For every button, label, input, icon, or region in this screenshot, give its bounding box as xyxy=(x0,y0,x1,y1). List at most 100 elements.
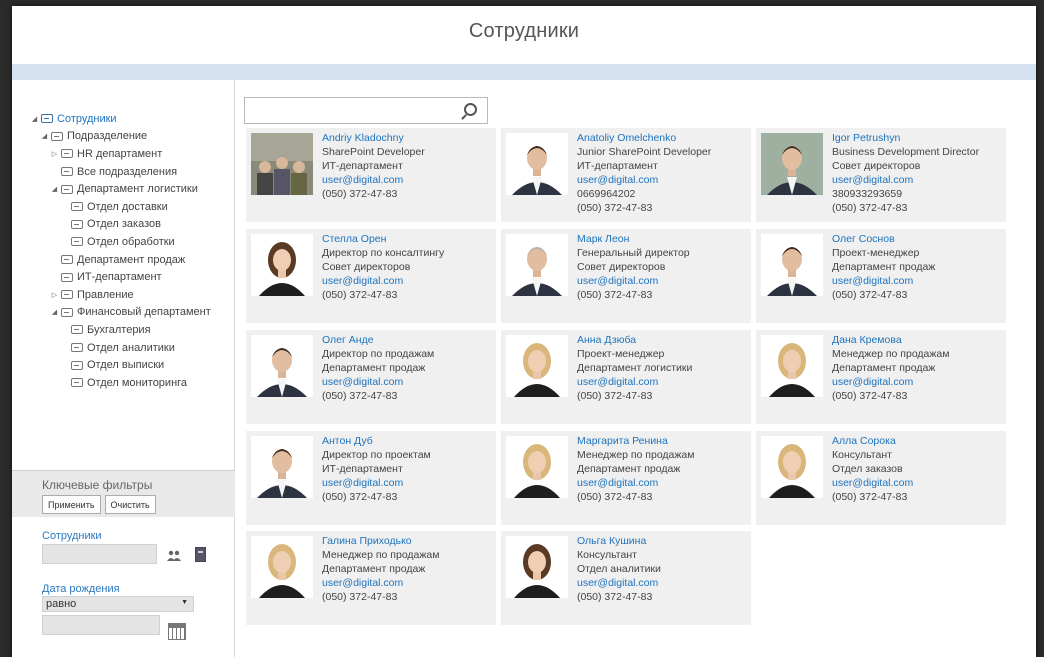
search-input[interactable] xyxy=(244,97,488,124)
employee-name[interactable]: Алла Сорока xyxy=(832,434,913,448)
employee-name[interactable]: Andriy Kladochny xyxy=(322,131,425,145)
employee-email[interactable]: user@digital.com xyxy=(322,173,425,187)
tree-node-label[interactable]: Отдел обработки xyxy=(87,236,175,248)
employee-email[interactable]: user@digital.com xyxy=(577,274,690,288)
employee-phone: (050) 372-47-83 xyxy=(577,591,653,603)
employee-name[interactable]: Anatoliy Omelchenko xyxy=(577,131,711,145)
tree-node[interactable]: ◢ Департамент логистики xyxy=(30,180,234,198)
tree-node[interactable]: Департамент продаж xyxy=(30,251,234,269)
employee-name[interactable]: Марк Леон xyxy=(577,232,690,246)
employee-name[interactable]: Олег Соснов xyxy=(832,232,935,246)
expand-toggle-icon[interactable]: ◢ xyxy=(50,308,59,316)
employee-card[interactable]: Олег Анде Директор по продажам Департамент… xyxy=(246,330,496,424)
tree-node-label[interactable]: Бухгалтерия xyxy=(87,324,151,336)
tree-node[interactable]: Все подразделения xyxy=(30,163,234,181)
employee-card[interactable]: Антон Дуб Директор по проектам ИТ-департам… xyxy=(246,431,496,525)
people-picker-icon[interactable] xyxy=(167,550,181,562)
employee-email[interactable]: user@digital.com xyxy=(322,476,431,490)
employee-email[interactable]: user@digital.com xyxy=(577,576,661,590)
tree-node-label[interactable]: Правление xyxy=(77,289,134,301)
expand-toggle-icon[interactable]: ▷ xyxy=(50,291,59,299)
tree-node-label[interactable]: Сотрудники xyxy=(57,113,117,125)
employee-card[interactable]: Анна Дзюба Проект-менеджер Департамент лог… xyxy=(501,330,751,424)
expand-toggle-icon[interactable]: ◢ xyxy=(40,132,49,140)
employee-name[interactable]: Анна Дзюба xyxy=(577,333,692,347)
employee-card[interactable]: Марк Леон Генеральный директор Совет дирек… xyxy=(501,229,751,323)
employee-phone: (050) 372-47-83 xyxy=(577,289,653,301)
employee-email[interactable]: user@digital.com xyxy=(832,274,935,288)
employee-name[interactable]: Олег Анде xyxy=(322,333,434,347)
employee-name[interactable]: Дана Кремова xyxy=(832,333,949,347)
employee-email[interactable]: user@digital.com xyxy=(322,274,444,288)
tree-node[interactable]: Отдел доставки xyxy=(30,198,234,216)
tree-node[interactable]: Отдел выписки xyxy=(30,356,234,374)
calendar-icon[interactable] xyxy=(168,623,186,640)
tree-node-label[interactable]: HR департамент xyxy=(77,148,162,160)
birthdate-operator-select[interactable]: равно ▼ xyxy=(42,596,194,612)
employee-card[interactable]: Алла Сорока Консультант Отдел заказов user@… xyxy=(756,431,1006,525)
tree-node[interactable]: Отдел заказов xyxy=(30,216,234,234)
app-window: Сотрудники ◢ Сотрудники ◢ Подразделение ▷ HR … xyxy=(12,6,1036,657)
tree-node[interactable]: ◢ Сотрудники xyxy=(30,110,234,128)
apply-button[interactable]: Применить xyxy=(42,495,101,514)
employee-photo xyxy=(506,436,568,498)
tree-node[interactable]: Отдел аналитики xyxy=(30,339,234,357)
employee-department: Департамент продаж xyxy=(322,563,426,575)
employee-card[interactable]: Олег Соснов Проект-менеджер Департамент пр… xyxy=(756,229,1006,323)
tree-node-label[interactable]: ИТ-департамент xyxy=(77,271,162,283)
employee-email[interactable]: user@digital.com xyxy=(832,476,913,490)
employee-email[interactable]: user@digital.com xyxy=(832,173,979,187)
tree-node-label[interactable]: Отдел выписки xyxy=(87,359,164,371)
tree-node[interactable]: Отдел обработки xyxy=(30,233,234,251)
dropdown-arrow-icon: ▼ xyxy=(181,599,188,606)
birthdate-input[interactable] xyxy=(42,615,160,635)
tree-node[interactable]: Бухгалтерия xyxy=(30,321,234,339)
employee-name[interactable]: Стелла Орен xyxy=(322,232,444,246)
employee-card[interactable]: Маргарита Ренина Менеджер по продажам Депа… xyxy=(501,431,751,525)
tree-node[interactable]: ▷ HR департамент xyxy=(30,145,234,163)
search-icon[interactable] xyxy=(464,103,477,116)
tree-node[interactable]: ◢ Финансовый департамент xyxy=(30,304,234,322)
address-book-icon[interactable] xyxy=(195,547,206,562)
employee-card[interactable]: Andriy Kladochny SharePoint Developer ИТ-д… xyxy=(246,128,496,222)
employee-email[interactable]: user@digital.com xyxy=(577,476,694,490)
tree-node[interactable]: ◢ Подразделение xyxy=(30,128,234,146)
tree-node-label[interactable]: Департамент продаж xyxy=(77,254,185,266)
employee-card[interactable]: Дана Кремова Менеджер по продажам Департам… xyxy=(756,330,1006,424)
tree-node-label[interactable]: Отдел заказов xyxy=(87,218,161,230)
employee-name[interactable]: Igor Petrushyn xyxy=(832,131,979,145)
employee-email[interactable]: user@digital.com xyxy=(832,375,949,389)
employee-email[interactable]: user@digital.com xyxy=(577,173,711,187)
tree-node[interactable]: ИТ-департамент xyxy=(30,268,234,286)
employee-name[interactable]: Антон Дуб xyxy=(322,434,431,448)
tree-node-label[interactable]: Отдел аналитики xyxy=(87,342,175,354)
tree-node[interactable]: ▷ Правление xyxy=(30,286,234,304)
employee-name[interactable]: Галина Приходько xyxy=(322,534,439,548)
expand-toggle-icon[interactable]: ◢ xyxy=(50,185,59,193)
employee-card[interactable]: Anatoliy Omelchenko Junior SharePoint Dev… xyxy=(501,128,751,222)
employee-name[interactable]: Маргарита Ренина xyxy=(577,434,694,448)
employee-card[interactable]: Галина Приходько Менеджер по продажам Депа… xyxy=(246,531,496,625)
employee-card[interactable]: Ольга Кушина Консультант Отдел аналитики us… xyxy=(501,531,751,625)
expand-toggle-icon[interactable]: ◢ xyxy=(30,115,39,123)
employee-card[interactable]: Igor Petrushyn Business Development Direc… xyxy=(756,128,1006,222)
employees-filter-input[interactable] xyxy=(42,544,157,564)
tree-node-label[interactable]: Отдел доставки xyxy=(87,201,168,213)
clear-button[interactable]: Очистить xyxy=(104,495,156,514)
employee-info: Ольга Кушина Консультант Отдел аналитики us… xyxy=(577,534,661,604)
tree-node-label[interactable]: Все подразделения xyxy=(77,166,177,178)
employee-info: Andriy Kladochny SharePoint Developer ИТ-д… xyxy=(322,131,425,201)
folder-icon xyxy=(61,272,73,282)
table-icon xyxy=(41,114,53,124)
expand-toggle-icon[interactable]: ▷ xyxy=(50,150,59,158)
tree-node[interactable]: Отдел мониторинга xyxy=(30,374,234,392)
employee-name[interactable]: Ольга Кушина xyxy=(577,534,661,548)
employee-card[interactable]: Стелла Орен Директор по консалтингу Совет … xyxy=(246,229,496,323)
employee-email[interactable]: user@digital.com xyxy=(577,375,692,389)
employee-email[interactable]: user@digital.com xyxy=(322,576,439,590)
tree-node-label[interactable]: Департамент логистики xyxy=(77,183,198,195)
employee-email[interactable]: user@digital.com xyxy=(322,375,434,389)
tree-node-label[interactable]: Финансовый департамент xyxy=(77,306,211,318)
tree-node-label[interactable]: Подразделение xyxy=(67,130,147,142)
tree-node-label[interactable]: Отдел мониторинга xyxy=(87,377,187,389)
